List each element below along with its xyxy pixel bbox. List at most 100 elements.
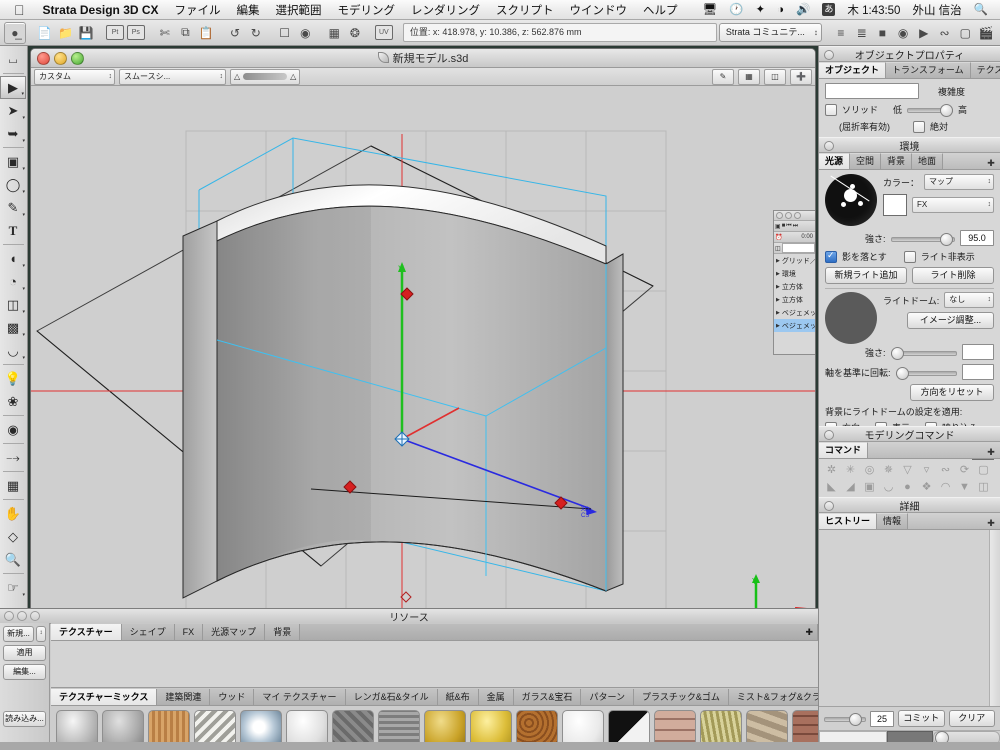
- fx-menu[interactable]: FX: [912, 197, 994, 213]
- wifi-icon[interactable]: ◑: [771, 4, 790, 16]
- indent-list-icon[interactable]: ≡: [831, 23, 851, 43]
- pen-view-icon[interactable]: ✎: [712, 68, 734, 85]
- layers-icon[interactable]: ◫: [764, 68, 786, 85]
- curve-edit-icon[interactable]: ∾: [935, 23, 955, 43]
- menubar-clock[interactable]: 木 1:43:50: [841, 2, 906, 18]
- type-tab-lightmap[interactable]: 光源マップ: [203, 624, 266, 640]
- cube-primitive-tool-icon[interactable]: ▣ ▾: [0, 150, 26, 173]
- explode-icon[interactable]: ❖: [917, 478, 936, 495]
- deform-icon[interactable]: ◠: [936, 478, 955, 495]
- axis-rotate-value[interactable]: [962, 364, 994, 380]
- tree-close-button[interactable]: [776, 212, 783, 219]
- insert-point-icon[interactable]: ◎: [860, 461, 879, 478]
- cat-tab-paper-cloth[interactable]: 紙&布: [437, 689, 479, 705]
- modify-icon[interactable]: ❂: [345, 23, 365, 43]
- tab-commands[interactable]: コマンド: [819, 442, 869, 458]
- photoshop-ps-icon[interactable]: Ps: [126, 23, 146, 43]
- menu-item-window[interactable]: ウインドウ: [562, 2, 636, 18]
- tree-row-environment[interactable]: ▶ 環境: [774, 267, 815, 280]
- text-tool-icon[interactable]: T: [0, 219, 26, 242]
- select-move-tool-icon[interactable]: ▶ ▾: [0, 76, 26, 99]
- hide-light-checkbox[interactable]: [903, 250, 916, 263]
- type-tab-shape[interactable]: シェイプ: [121, 624, 175, 640]
- light-tool-icon[interactable]: 💡: [0, 367, 26, 390]
- history-knob[interactable]: [849, 713, 862, 726]
- tree-row-cube-2[interactable]: ▶ 立方体: [774, 293, 815, 306]
- doc-icon[interactable]: ◫: [775, 245, 781, 252]
- redo-icon[interactable]: ↻: [246, 23, 266, 43]
- open-folder-icon[interactable]: 📁: [56, 23, 76, 43]
- apply-resource-button[interactable]: 適用: [3, 645, 46, 661]
- tree-minimize-button[interactable]: [785, 212, 792, 219]
- light-handle-a[interactable]: [841, 202, 846, 207]
- axis-rotate-slider[interactable]: [895, 366, 957, 380]
- tab-texture[interactable]: テクスチャー: [970, 62, 1000, 78]
- input-source-icon[interactable]: あ: [816, 3, 841, 16]
- direct-select-tool-icon[interactable]: ➥ ▾: [0, 122, 26, 145]
- complexity-slider[interactable]: [907, 104, 954, 117]
- menu-item-modeling[interactable]: モデリング: [330, 2, 404, 18]
- tab-info[interactable]: 情報: [877, 513, 909, 529]
- dome-intensity-value[interactable]: [962, 344, 994, 360]
- type-tab-fx[interactable]: FX: [174, 624, 204, 640]
- flatten-icon[interactable]: ◣: [822, 478, 841, 495]
- menubar-user[interactable]: 外山 信治: [906, 2, 967, 18]
- cat-tab-my-texture[interactable]: マイ テクスチャー: [254, 689, 346, 705]
- walk-tool-icon[interactable]: ☞ ▾: [0, 576, 26, 599]
- tab-ground[interactable]: 地面: [912, 153, 944, 169]
- cat-tab-texture-mix[interactable]: テクスチャーミックス: [51, 689, 158, 705]
- extrude-tool-icon[interactable]: ◖ ▾: [0, 247, 26, 270]
- tab-background[interactable]: 背景: [881, 153, 913, 169]
- menu-item-rendering[interactable]: レンダリング: [403, 2, 488, 18]
- undo-icon[interactable]: ↺: [225, 23, 245, 43]
- cat-tab-glass-jewel[interactable]: ガラス&宝石: [513, 689, 582, 705]
- object-name-input[interactable]: [825, 83, 919, 99]
- preview-pt-icon[interactable]: Pt: [105, 23, 125, 43]
- disclosure-triangle-icon[interactable]: ▶: [776, 297, 780, 303]
- intensity-knob[interactable]: [940, 232, 953, 246]
- cat-tab-plastic-rubber[interactable]: プラスチック&ゴム: [634, 689, 729, 705]
- fold-icon[interactable]: ▼: [955, 478, 974, 495]
- tree-maximize-button[interactable]: [794, 212, 801, 219]
- intensity-slider[interactable]: [890, 232, 955, 246]
- sphere-primitive-tool-icon[interactable]: ◯ ▾: [0, 173, 26, 196]
- uv-map-icon[interactable]: ▢: [974, 461, 993, 478]
- render-go-icon[interactable]: ▶: [914, 23, 934, 43]
- type-tab-texture[interactable]: テクスチャー: [51, 624, 122, 640]
- scatter-points-icon[interactable]: ✵: [879, 461, 898, 478]
- view-preset-menu[interactable]: カスタム: [34, 68, 115, 85]
- paint-bucket-icon[interactable]: ▢: [955, 23, 975, 43]
- collapse-disclosure-icon[interactable]: [824, 501, 834, 511]
- shading-mode-menu[interactable]: スムースシ...: [119, 68, 226, 85]
- document-titlebar[interactable]: 新規モデル.s3d: [31, 49, 815, 68]
- history-list[interactable]: [819, 530, 1000, 707]
- history-step-value[interactable]: 25: [870, 710, 894, 727]
- tabs-overflow-icon[interactable]: ✚: [982, 447, 1000, 458]
- edit-resource-button[interactable]: 編集...: [3, 664, 46, 680]
- cut-scissors-icon[interactable]: ✄: [155, 23, 175, 43]
- distribute-icon[interactable]: ▦: [324, 23, 344, 43]
- mirror-tool-icon[interactable]: ◫ ▾: [0, 293, 26, 316]
- modeling-commands-header[interactable]: モデリングコマンド: [819, 426, 1000, 442]
- disclosure-triangle-icon[interactable]: ▶: [776, 271, 780, 277]
- tabs-overflow-icon[interactable]: ✚: [982, 518, 1000, 529]
- menu-item-selection[interactable]: 選択範囲: [268, 2, 330, 18]
- disclosure-triangle-icon[interactable]: ▶: [776, 323, 780, 329]
- uv-icon[interactable]: UV: [374, 23, 394, 43]
- complexity-knob[interactable]: [940, 104, 954, 117]
- light-handle-b[interactable]: [858, 201, 863, 206]
- grid-view-icon[interactable]: ▦: [738, 68, 760, 85]
- tab-space[interactable]: 空間: [850, 153, 882, 169]
- anvil-tool-icon[interactable]: ⏘: [0, 48, 26, 71]
- disclosure-triangle-icon[interactable]: ▶: [776, 310, 780, 316]
- collapse-disclosure-icon[interactable]: [824, 50, 834, 60]
- collapse-disclosure-icon[interactable]: [824, 430, 834, 440]
- tree-row-bezier-2[interactable]: ▶ ベジェメッ: [774, 319, 815, 332]
- new-resource-button[interactable]: 新規...: [3, 626, 34, 642]
- camera-tool-icon[interactable]: ◉: [0, 418, 26, 441]
- solid-checkbox[interactable]: [825, 103, 837, 116]
- resource-preview-area[interactable]: [51, 641, 818, 688]
- duplicate-icon[interactable]: ◫: [974, 478, 993, 495]
- twist-icon[interactable]: ⟳: [955, 461, 974, 478]
- dome-intensity-slider[interactable]: [890, 346, 957, 360]
